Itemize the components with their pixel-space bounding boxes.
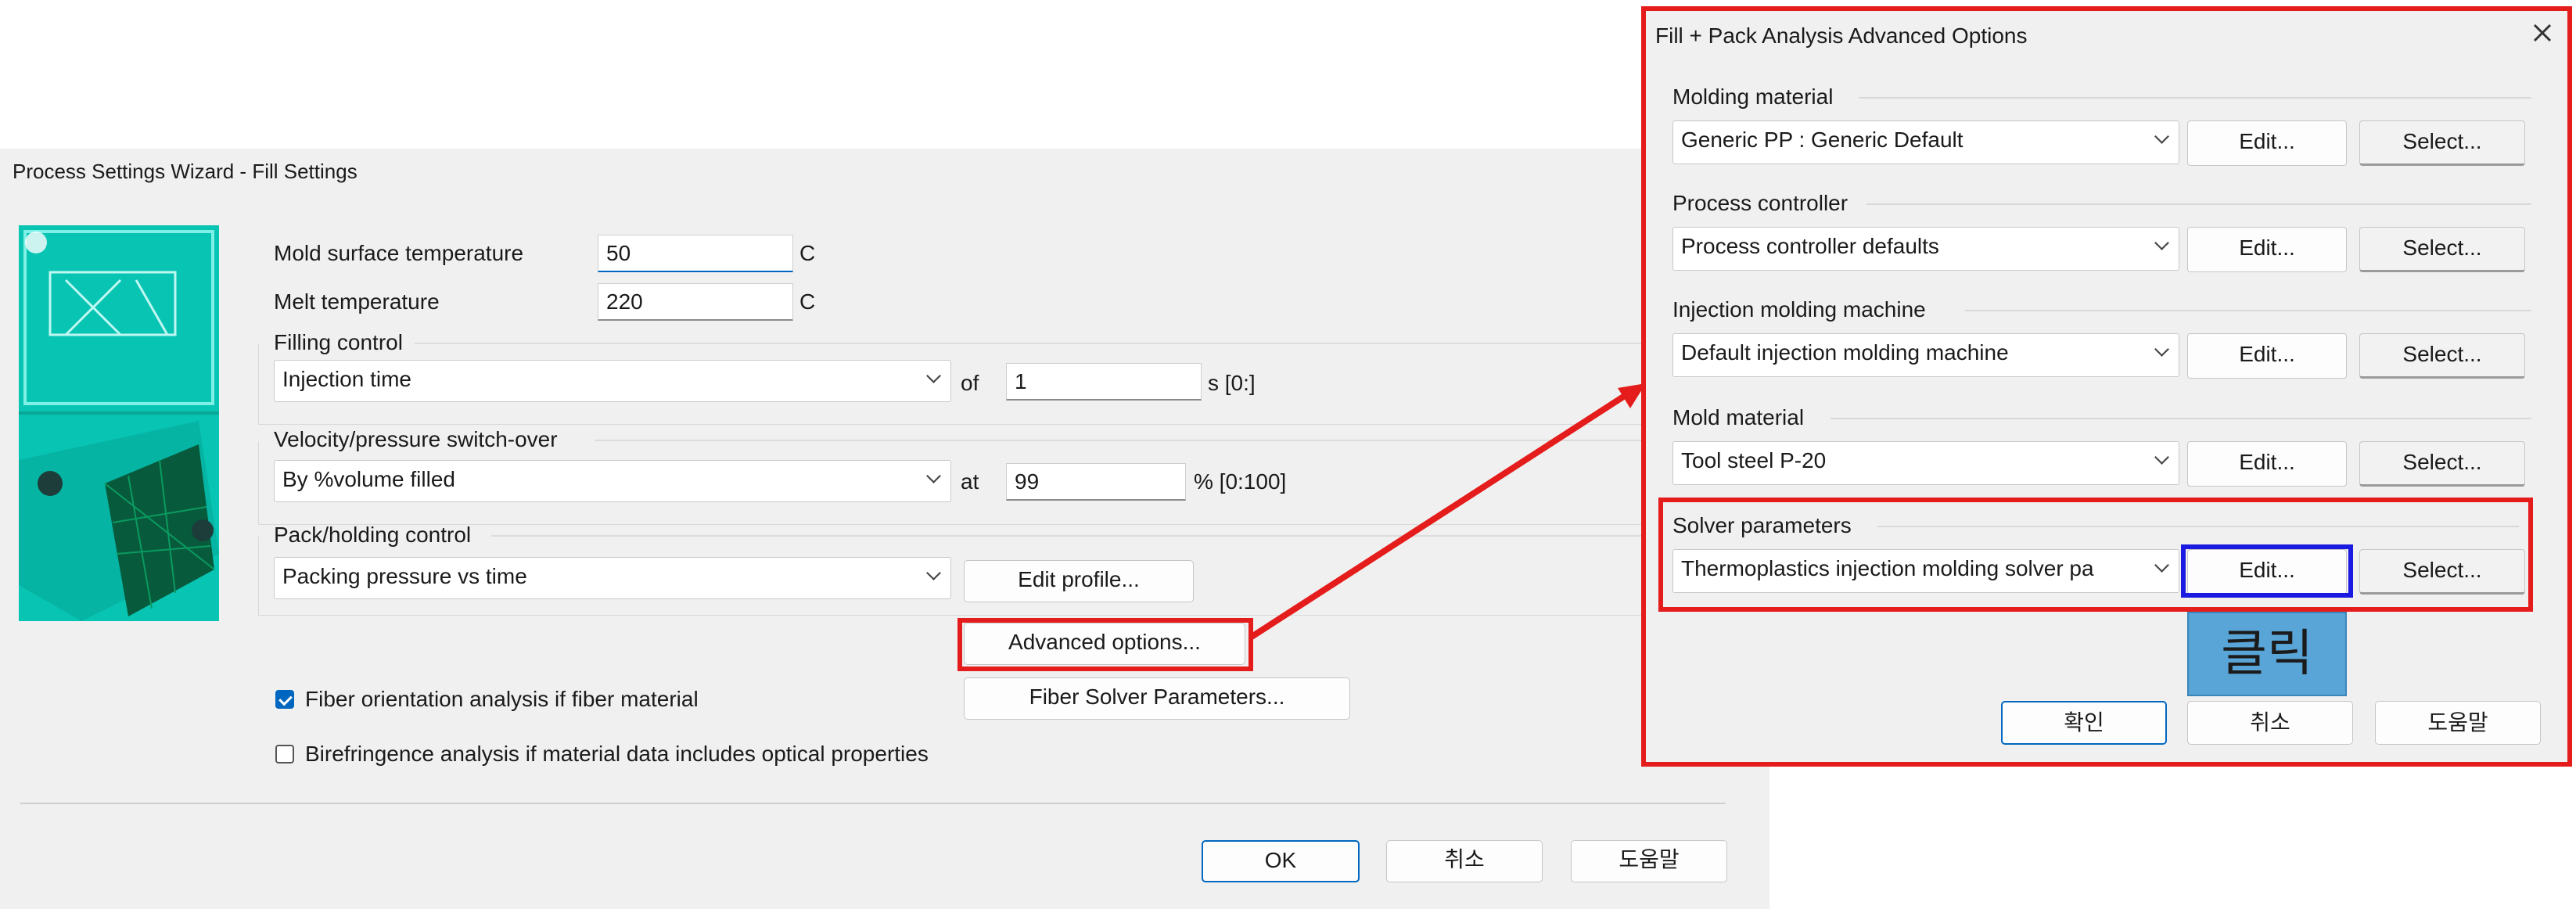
click-callout: 클릭 (2187, 612, 2347, 696)
solver-parameters-label: Solver parameters (1672, 513, 1852, 537)
mold-material-edit-button[interactable]: Edit... (2187, 441, 2347, 487)
chevron-down-icon (2154, 558, 2169, 573)
mold-material-label: Mold material (1672, 405, 1805, 429)
advanced-cancel-button[interactable]: 취소 (2187, 701, 2353, 745)
process-controller-label: Process controller (1672, 191, 1848, 215)
chevron-down-icon (2154, 450, 2169, 465)
injection-machine-label: Injection molding machine (1672, 297, 1926, 322)
injection-machine-edit-button[interactable]: Edit... (2187, 333, 2347, 379)
process-controller-select-button[interactable]: Select... (2359, 227, 2525, 272)
molding-material-select[interactable]: Generic PP : Generic Default (1672, 120, 2179, 164)
advanced-dialog-title: Fill + Pack Analysis Advanced Options (1655, 23, 2028, 48)
confirm-button[interactable]: 확인 (2001, 701, 2167, 745)
solver-edit-highlight (2181, 544, 2353, 598)
injection-machine-select-button[interactable]: Select... (2359, 333, 2525, 379)
process-controller-select[interactable]: Process controller defaults (1672, 227, 2179, 271)
mold-material-select[interactable]: Tool steel P-20 (1672, 441, 2179, 485)
mold-material-divider (1831, 418, 2531, 419)
process-controller-divider (1866, 203, 2531, 205)
solver-parameters-select-button[interactable]: Select... (2359, 549, 2525, 595)
molding-material-select-button[interactable]: Select... (2359, 120, 2525, 166)
injection-machine-select[interactable]: Default injection molding machine (1672, 333, 2179, 377)
chevron-down-icon (2154, 235, 2169, 250)
chevron-down-icon (2154, 342, 2169, 357)
solver-parameters-selected: Thermoplastics injection molding solver … (1681, 556, 2094, 580)
molding-material-selected: Generic PP : Generic Default (1681, 128, 1963, 152)
solver-parameters-select[interactable]: Thermoplastics injection molding solver … (1672, 549, 2179, 593)
close-icon[interactable] (2528, 19, 2556, 47)
mold-material-selected: Tool steel P-20 (1681, 448, 1827, 472)
process-controller-selected: Process controller defaults (1681, 234, 1939, 258)
advanced-help-button[interactable]: 도움말 (2375, 701, 2541, 745)
molding-material-edit-button[interactable]: Edit... (2187, 120, 2347, 166)
process-controller-edit-button[interactable]: Edit... (2187, 227, 2347, 272)
injection-machine-selected: Default injection molding machine (1681, 340, 2009, 365)
solver-parameters-divider (1877, 526, 2519, 527)
injection-machine-divider (1965, 310, 2531, 311)
mold-material-select-button[interactable]: Select... (2359, 441, 2525, 487)
molding-material-label: Molding material (1672, 84, 1834, 109)
molding-material-divider (1859, 97, 2531, 99)
chevron-down-icon (2154, 129, 2169, 144)
